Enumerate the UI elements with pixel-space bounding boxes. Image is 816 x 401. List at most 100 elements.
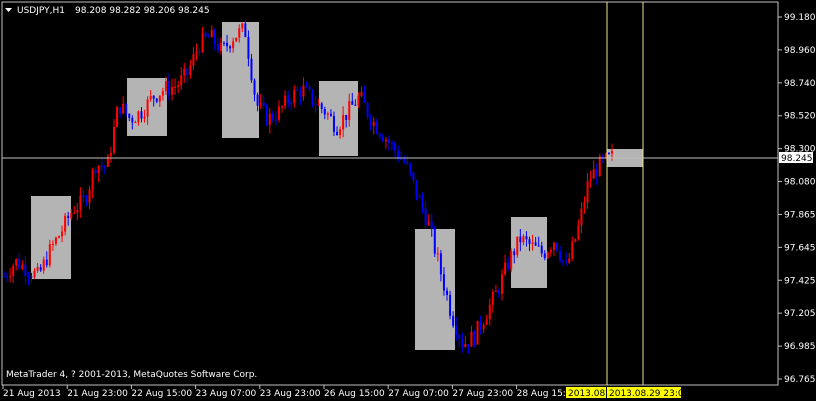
- candle-body: [112, 126, 115, 153]
- candle-body: [3, 276, 5, 278]
- candle-body: [128, 113, 131, 118]
- candle-body: [161, 91, 164, 96]
- time-tick-label: 22 Aug 15:00: [131, 389, 192, 399]
- highlight-boxes: [31, 22, 643, 350]
- time-tick-label: 27 Aug 07:00: [388, 389, 449, 399]
- candle-body: [143, 116, 146, 119]
- candle-body: [592, 169, 595, 179]
- candle-body: [522, 236, 525, 243]
- candle-body: [455, 325, 458, 336]
- candle-body: [552, 242, 555, 250]
- candle-body: [195, 51, 198, 55]
- candle-body: [293, 89, 296, 103]
- candle-body: [6, 276, 9, 278]
- candle-body: [372, 121, 375, 126]
- chart-window[interactable]: 99.180 98.960 98.740 98.520 98.300 98.080 97.8…: [0, 0, 816, 401]
- candle-body: [452, 315, 455, 326]
- candle-body: [137, 111, 140, 123]
- candle-body: [27, 275, 30, 277]
- candle-body: [577, 225, 580, 240]
- candle-body: [149, 95, 152, 100]
- candle-body: [152, 95, 155, 99]
- candle-body: [216, 44, 219, 51]
- triangle-down-icon[interactable]: [5, 8, 12, 12]
- candle-body: [97, 165, 100, 174]
- candle-body: [186, 68, 189, 76]
- candle-body: [470, 331, 473, 347]
- candle-body: [559, 250, 562, 261]
- candle-body: [207, 36, 210, 38]
- candle-body: [323, 108, 326, 115]
- price-axis: 99.18098.96098.74098.52098.30098.08097.8…: [778, 13, 816, 385]
- candle-body: [51, 243, 54, 245]
- candle-body: [259, 102, 262, 106]
- candle-body: [226, 42, 229, 47]
- candle-body: [546, 252, 549, 259]
- candle-body: [351, 101, 354, 105]
- candle-body: [180, 75, 183, 86]
- candle-body: [589, 178, 592, 182]
- candle-body: [210, 29, 213, 38]
- candle-body: [192, 54, 195, 66]
- candlestick-series: [3, 19, 613, 354]
- candle-body: [262, 102, 265, 106]
- candle-body: [109, 152, 112, 157]
- candle-body: [565, 260, 568, 263]
- candle-body: [287, 95, 290, 103]
- candle-body: [12, 265, 15, 276]
- price-tick-label: 98.080: [784, 178, 816, 188]
- candle-body: [369, 116, 372, 126]
- candle-body: [9, 275, 12, 277]
- candle-body: [268, 113, 271, 125]
- candle-body: [543, 253, 546, 259]
- candle-body: [189, 65, 192, 76]
- candle-body: [449, 294, 452, 316]
- candle-body: [296, 89, 299, 91]
- candle-body: [164, 81, 167, 92]
- candle-body: [534, 242, 537, 246]
- candle-body: [320, 103, 323, 109]
- candle-body: [430, 221, 433, 229]
- candle-body: [290, 102, 293, 104]
- candle-body: [363, 91, 366, 103]
- candle-body: [244, 23, 247, 37]
- candle-body: [519, 236, 522, 243]
- current-price-label: 98.245: [781, 154, 813, 164]
- candle-body: [122, 103, 125, 114]
- candle-body: [125, 103, 128, 114]
- candle-body: [281, 106, 284, 108]
- candle-body: [504, 262, 507, 275]
- candle-body: [586, 181, 589, 203]
- price-tick-label: 96.985: [784, 342, 816, 352]
- candle-body: [421, 196, 424, 209]
- candle-body: [439, 253, 442, 275]
- candle-body: [406, 162, 409, 164]
- candle-body: [213, 29, 216, 45]
- time-highlight-label-2: 2013.08.29 23:00: [609, 389, 690, 399]
- candle-body: [391, 142, 394, 144]
- candle-body: [24, 264, 27, 276]
- candle-body: [235, 37, 238, 42]
- candle-body: [326, 113, 329, 115]
- candle-body: [394, 143, 397, 151]
- candle-body: [482, 324, 485, 329]
- highlight-box: [31, 196, 71, 279]
- candle-body: [42, 259, 45, 271]
- candle-body: [171, 87, 174, 95]
- time-tick-label: 21 Aug 23:00: [67, 389, 128, 399]
- time-highlight-marker: 2013.08 2013.08.29 23:00: [566, 387, 690, 399]
- candle-body: [461, 338, 464, 347]
- candle-body: [485, 319, 488, 325]
- candle-body: [201, 32, 204, 52]
- candle-body: [174, 86, 177, 88]
- time-tick-label: 21 Aug 2013: [3, 389, 61, 399]
- candle-body: [314, 104, 317, 106]
- candle-body: [85, 197, 88, 203]
- price-chart[interactable]: 99.18098.96098.74098.52098.30098.08097.8…: [0, 0, 816, 401]
- price-tick-label: 98.520: [784, 112, 816, 122]
- candle-body: [494, 291, 497, 293]
- candle-body: [568, 258, 571, 263]
- candle-body: [119, 107, 122, 114]
- candle-body: [516, 236, 519, 256]
- candle-body: [45, 259, 48, 266]
